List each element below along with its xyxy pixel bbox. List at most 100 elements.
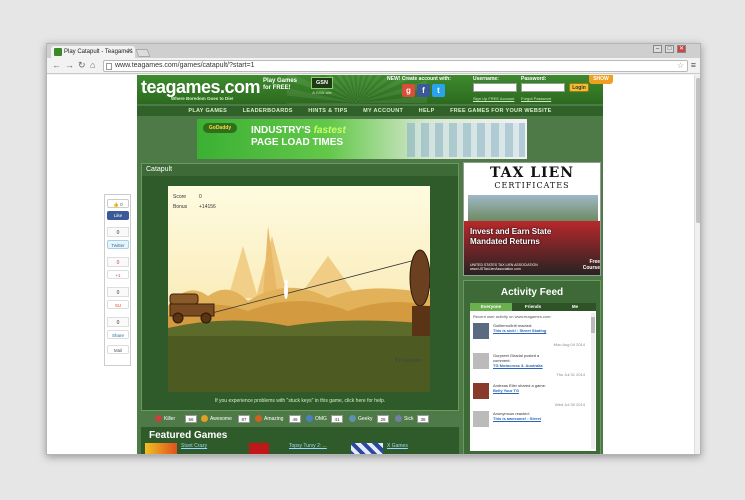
reaction-omg[interactable]: OMG 41 [306,414,343,424]
banner-graphic [407,123,525,157]
site-logo[interactable]: teagames.com [141,77,261,98]
reaction-amazing[interactable]: Amazing 49 [255,414,301,424]
avatar[interactable] [473,411,489,427]
browser-toolbar: ← → ↻ ⌂ www.teagames.com/games/catapult/… [47,58,700,74]
projectile-count: 8 Projectiles [394,358,422,364]
avatar[interactable] [473,383,489,399]
reaction-killer[interactable]: Killer 56 [155,414,197,424]
browser-tab[interactable]: Play Catapult - Teagames ✕ [51,46,135,58]
game-panel: Catapult Score Bonus 0 +14156 8 Projecti… [141,163,459,411]
twitter-icon[interactable]: t [432,84,445,97]
forgot-password-link[interactable]: Forgot Password [521,96,551,101]
nav-play-games[interactable]: PLAY GAMES [188,108,227,114]
minimize-icon[interactable]: – [653,45,662,53]
sick-icon [395,415,402,423]
featured-item[interactable]: Stunt Crazy [145,443,245,454]
address-bar[interactable]: www.teagames.com/games/catapult/?start=1… [103,60,688,72]
twitter-button[interactable]: Twitter [107,240,129,249]
godaddy-logo: GoDaddy [203,123,237,133]
scrollbar-thumb[interactable] [696,78,700,223]
mail-button[interactable]: Mail [107,345,129,354]
featured-games: Featured Games Stunt Crazy Topsy Turvy 2… [141,427,459,454]
feed-title: Activity Feed [500,287,564,298]
tax-lien-ad[interactable]: TAX LIEN CERTIFICATES Invest and Earn St… [463,162,601,276]
browser-window: Play Catapult - Teagames ✕ – □ ✕ ← → ↻ ⌂… [46,43,701,455]
houses-image [468,195,598,221]
twitter-count: 0 [107,227,129,237]
share-count: 0 [107,317,129,327]
favicon-icon [54,48,62,56]
nav-leaderboards[interactable]: LEADERBOARDS [243,108,293,114]
stuck-keys-help[interactable]: If you experience problems with "stuck k… [142,398,458,404]
x-games-thumb [351,443,383,454]
game-canvas[interactable]: Score Bonus 0 +14156 8 Projectiles [168,186,430,392]
nav-hints-tips[interactable]: HINTS & TIPS [308,108,347,114]
gplus-button[interactable]: +1 [107,270,129,279]
page-scrollbar[interactable] [694,75,700,454]
signup-link[interactable]: Sign Up FREE Account [473,96,514,101]
feed-tabs: Everyone Friends Me [470,303,596,311]
tab-strip: Play Catapult - Teagames ✕ – □ ✕ [47,44,700,58]
back-icon[interactable]: ← [52,60,61,70]
share-sidebar: 👍 0 Like 0 Twitter 0 +1 0 SU 0 Share Mai… [104,194,131,366]
tab-me[interactable]: Me [554,303,596,311]
login-button[interactable]: Login [569,83,589,92]
feed-list: Recent user activity on www.teagames.com… [470,311,596,451]
reaction-awesome[interactable]: Awesome 87 [201,414,250,424]
tab-close-icon[interactable]: ✕ [127,46,133,58]
stumbleupon-button[interactable]: SU [107,300,129,309]
site-header: teagames.com Where Boredom Goes to Die! … [137,75,603,104]
reaction-sick[interactable]: Sick 36 [395,414,429,424]
list-item: Andreas Eller shared a game: Belly Your … [473,383,585,411]
teagames-site: teagames.com Where Boredom Goes to Die! … [137,75,613,454]
feed-scrollbar[interactable] [591,313,595,449]
maximize-icon[interactable]: □ [665,45,674,53]
game-scene [168,186,430,392]
gsn-logo[interactable]: GSN A GSN site [311,77,333,99]
home-icon[interactable]: ⌂ [90,60,95,70]
featured-title: Featured Games [149,430,228,441]
username-field[interactable] [473,83,517,92]
omg-icon [306,415,313,423]
google-plus-icon[interactable]: g [402,84,415,97]
banner-ad[interactable]: GoDaddy INDUSTRY'S fastest PAGE LOAD TIM… [197,119,527,159]
tab-everyone[interactable]: Everyone [470,303,512,311]
password-field[interactable] [521,83,565,92]
featured-item[interactable]: X Games [351,443,451,454]
nav-help[interactable]: HELP [419,108,435,114]
nav-my-account[interactable]: MY ACCOUNT [363,108,403,114]
url-text: www.teagames.com/games/catapult/?start=1 [115,62,255,69]
banner-headline: INDUSTRY'S fastest PAGE LOAD TIMES [251,125,346,148]
forward-icon[interactable]: → [65,60,74,70]
username-label: Username: [473,76,499,82]
main-nav: PLAY GAMES LEADERBOARDS HINTS & TIPS MY … [137,106,603,116]
feed-scrollbar-thumb[interactable] [591,317,595,333]
new-account-text: NEW! Create account with: [387,76,451,82]
account-area: NEW! Create account with: g f t Username… [387,76,597,103]
facebook-icon[interactable]: f [417,84,430,97]
list-item: Guillermo5nit reacted: This is sick! : S… [473,323,585,351]
browser-menu-icon[interactable]: ≡ [691,60,696,70]
show-button[interactable]: SHOW [589,75,613,84]
killer-icon [155,415,162,423]
share-button[interactable]: Share [107,330,129,339]
close-window-icon[interactable]: ✕ [677,45,686,53]
new-tab-button[interactable] [135,49,151,57]
reaction-geeky[interactable]: Geeky 26 [349,414,389,424]
tab-title: Play Catapult - Teagames [64,49,133,55]
bookmark-star-icon[interactable]: ☆ [677,61,684,71]
like-count-box[interactable]: 👍 0 [107,199,129,208]
projectile-icon [284,280,288,299]
tab-friends[interactable]: Friends [512,303,554,311]
avatar[interactable] [473,323,489,339]
avatar[interactable] [473,353,489,369]
target-tower-icon [409,249,430,336]
score-labels: Score Bonus [173,194,188,210]
nav-free-games[interactable]: FREE GAMES FOR YOUR WEBSITE [450,108,552,114]
facebook-like-button[interactable]: Like [107,211,129,220]
reload-icon[interactable]: ↻ [78,60,86,71]
activity-feed: Activity Feed Everyone Friends Me Recent… [463,280,601,454]
featured-item[interactable]: Topsy Turvy 2: ... [249,443,349,454]
topsy-turvy-thumb [249,443,269,454]
amazing-icon [255,415,262,423]
